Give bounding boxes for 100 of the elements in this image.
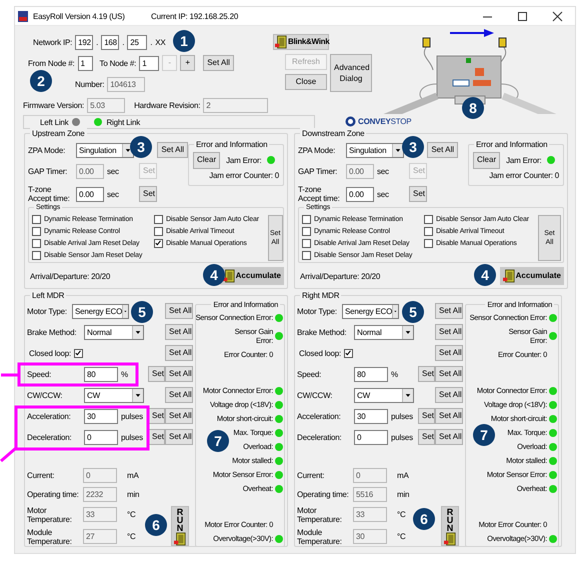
checkbox[interactable]: [424, 239, 433, 248]
set-all-button[interactable]: Set All: [435, 429, 463, 445]
blink-wink-button[interactable]: Blink&Wink: [273, 34, 329, 50]
run-button[interactable]: RUN: [171, 506, 189, 546]
accumulate-button[interactable]: Accumulate: [500, 267, 564, 285]
current-ip-text: Current IP: 192.168.25.20: [151, 12, 238, 20]
firmware-field: 5.03: [87, 98, 126, 112]
unit-label: °C: [127, 532, 136, 541]
set-all-button[interactable]: Set All: [435, 408, 463, 424]
accept-time-field[interactable]: 0.00: [76, 186, 104, 202]
unit-label: pulses: [121, 432, 143, 442]
input-field[interactable]: 0: [84, 430, 118, 444]
checkbox[interactable]: [154, 239, 163, 248]
checkbox[interactable]: [302, 239, 311, 248]
jam-counter-text: Jam error Counter: 0: [489, 171, 559, 180]
checkbox[interactable]: [32, 239, 41, 248]
dropdown[interactable]: CW: [354, 388, 414, 402]
dropdown[interactable]: Normal: [354, 324, 414, 340]
set-all-button[interactable]: Set All: [157, 142, 188, 158]
checkbox[interactable]: [302, 251, 311, 260]
ip-octet-field[interactable]: 192: [75, 34, 94, 50]
readout-label: Motor Temperature:: [297, 506, 343, 524]
from-node-label: From Node #:: [28, 58, 75, 68]
field-label: Motor Type:: [27, 306, 68, 316]
input-field[interactable]: 80: [354, 366, 388, 382]
checkbox[interactable]: [74, 348, 84, 358]
set-all-button[interactable]: Set All: [165, 324, 193, 340]
checkbox[interactable]: [302, 227, 311, 236]
readout-field: 33: [353, 507, 387, 522]
set-button[interactable]: Set: [409, 186, 427, 202]
dropdown[interactable]: Senergy ECO: [72, 304, 129, 318]
set-all-button[interactable]: Set All: [435, 387, 463, 403]
group-title: Error and Information: [474, 139, 550, 150]
checkbox[interactable]: [32, 251, 41, 260]
zpa-mode-dropdown[interactable]: Singulation: [76, 142, 134, 158]
set-all-button[interactable]: Set All: [435, 366, 463, 382]
from-node-field[interactable]: 1: [78, 56, 93, 70]
set-all-button[interactable]: Set All: [165, 387, 193, 403]
input-field[interactable]: 80: [84, 366, 118, 382]
accumulate-button[interactable]: Accumulate: [220, 267, 284, 285]
unit-label: sec: [377, 190, 390, 198]
set-button[interactable]: Set: [139, 186, 157, 202]
set-all-button[interactable]: Set All: [203, 55, 234, 71]
field-label: Closed loop:: [29, 348, 72, 358]
close-icon[interactable]: [552, 10, 563, 22]
unit-label: %: [121, 370, 128, 378]
set-all-button[interactable]: Set All: [435, 303, 463, 319]
checkbox[interactable]: [32, 215, 41, 224]
caret-icon: [392, 304, 398, 318]
jam-error-label: Jam Error:: [226, 156, 262, 164]
readout-label: Module Temperature:: [27, 528, 73, 546]
group-title: Error and Information: [194, 139, 270, 150]
number-callout: 4: [203, 264, 225, 286]
increment-button[interactable]: +: [180, 55, 196, 71]
set-all-button[interactable]: Set All: [165, 303, 193, 319]
set-button[interactable]: Set: [148, 366, 165, 382]
unit-label: %: [391, 370, 398, 378]
checkbox[interactable]: [32, 227, 41, 236]
readout-label: Motor Temperature:: [27, 506, 73, 524]
ip-octet-field[interactable]: 25: [127, 34, 148, 50]
dropdown[interactable]: Senergy ECO: [342, 304, 399, 318]
set-all-button[interactable]: Set All: [427, 142, 458, 158]
close-button[interactable]: Close: [285, 74, 327, 90]
checkbox[interactable]: [154, 215, 163, 224]
set-button[interactable]: Set: [418, 366, 435, 382]
dropdown[interactable]: CW: [84, 388, 144, 402]
zpa-mode-dropdown[interactable]: Singulation: [346, 142, 404, 158]
maximize-icon[interactable]: [517, 10, 528, 22]
set-all-button[interactable]: Set All: [165, 429, 193, 445]
readout-field: 30: [353, 529, 387, 544]
input-field[interactable]: 0: [354, 430, 388, 444]
input-field[interactable]: 30: [354, 408, 388, 424]
readout-field: 27: [83, 529, 117, 544]
run-button[interactable]: RUN: [441, 506, 459, 546]
set-all-button[interactable]: Set All: [435, 345, 463, 361]
checkbox[interactable]: [154, 227, 163, 236]
input-field[interactable]: 30: [84, 408, 118, 424]
accept-time-field[interactable]: 0.00: [346, 186, 374, 202]
caret-icon: [402, 388, 413, 402]
field-label: Speed:: [297, 370, 322, 378]
readout-field: 5516: [353, 486, 387, 502]
clear-button[interactable]: Clear: [193, 152, 220, 168]
to-node-field[interactable]: 1: [139, 56, 160, 70]
caret-icon: [122, 304, 128, 318]
advanced-dialog-button[interactable]: Advanced Dialog: [330, 54, 372, 92]
door-icon: [444, 532, 456, 546]
clear-button[interactable]: Clear: [473, 152, 500, 168]
set-all-button[interactable]: Set All: [435, 324, 463, 340]
checkbox[interactable]: [424, 227, 433, 236]
checkbox[interactable]: [302, 215, 311, 224]
set-all-button[interactable]: Set All: [165, 366, 193, 382]
set-all-button[interactable]: Set All: [165, 408, 193, 424]
set-button[interactable]: Set: [418, 429, 435, 445]
dropdown[interactable]: Normal: [84, 324, 144, 340]
checkbox[interactable]: [424, 215, 433, 224]
set-button[interactable]: Set: [418, 408, 435, 424]
checkbox[interactable]: [344, 348, 354, 358]
ip-octet-field[interactable]: 168: [101, 34, 120, 50]
gap-timer-label: GAP Timer:: [28, 166, 68, 176]
set-all-button[interactable]: Set All: [165, 345, 193, 361]
